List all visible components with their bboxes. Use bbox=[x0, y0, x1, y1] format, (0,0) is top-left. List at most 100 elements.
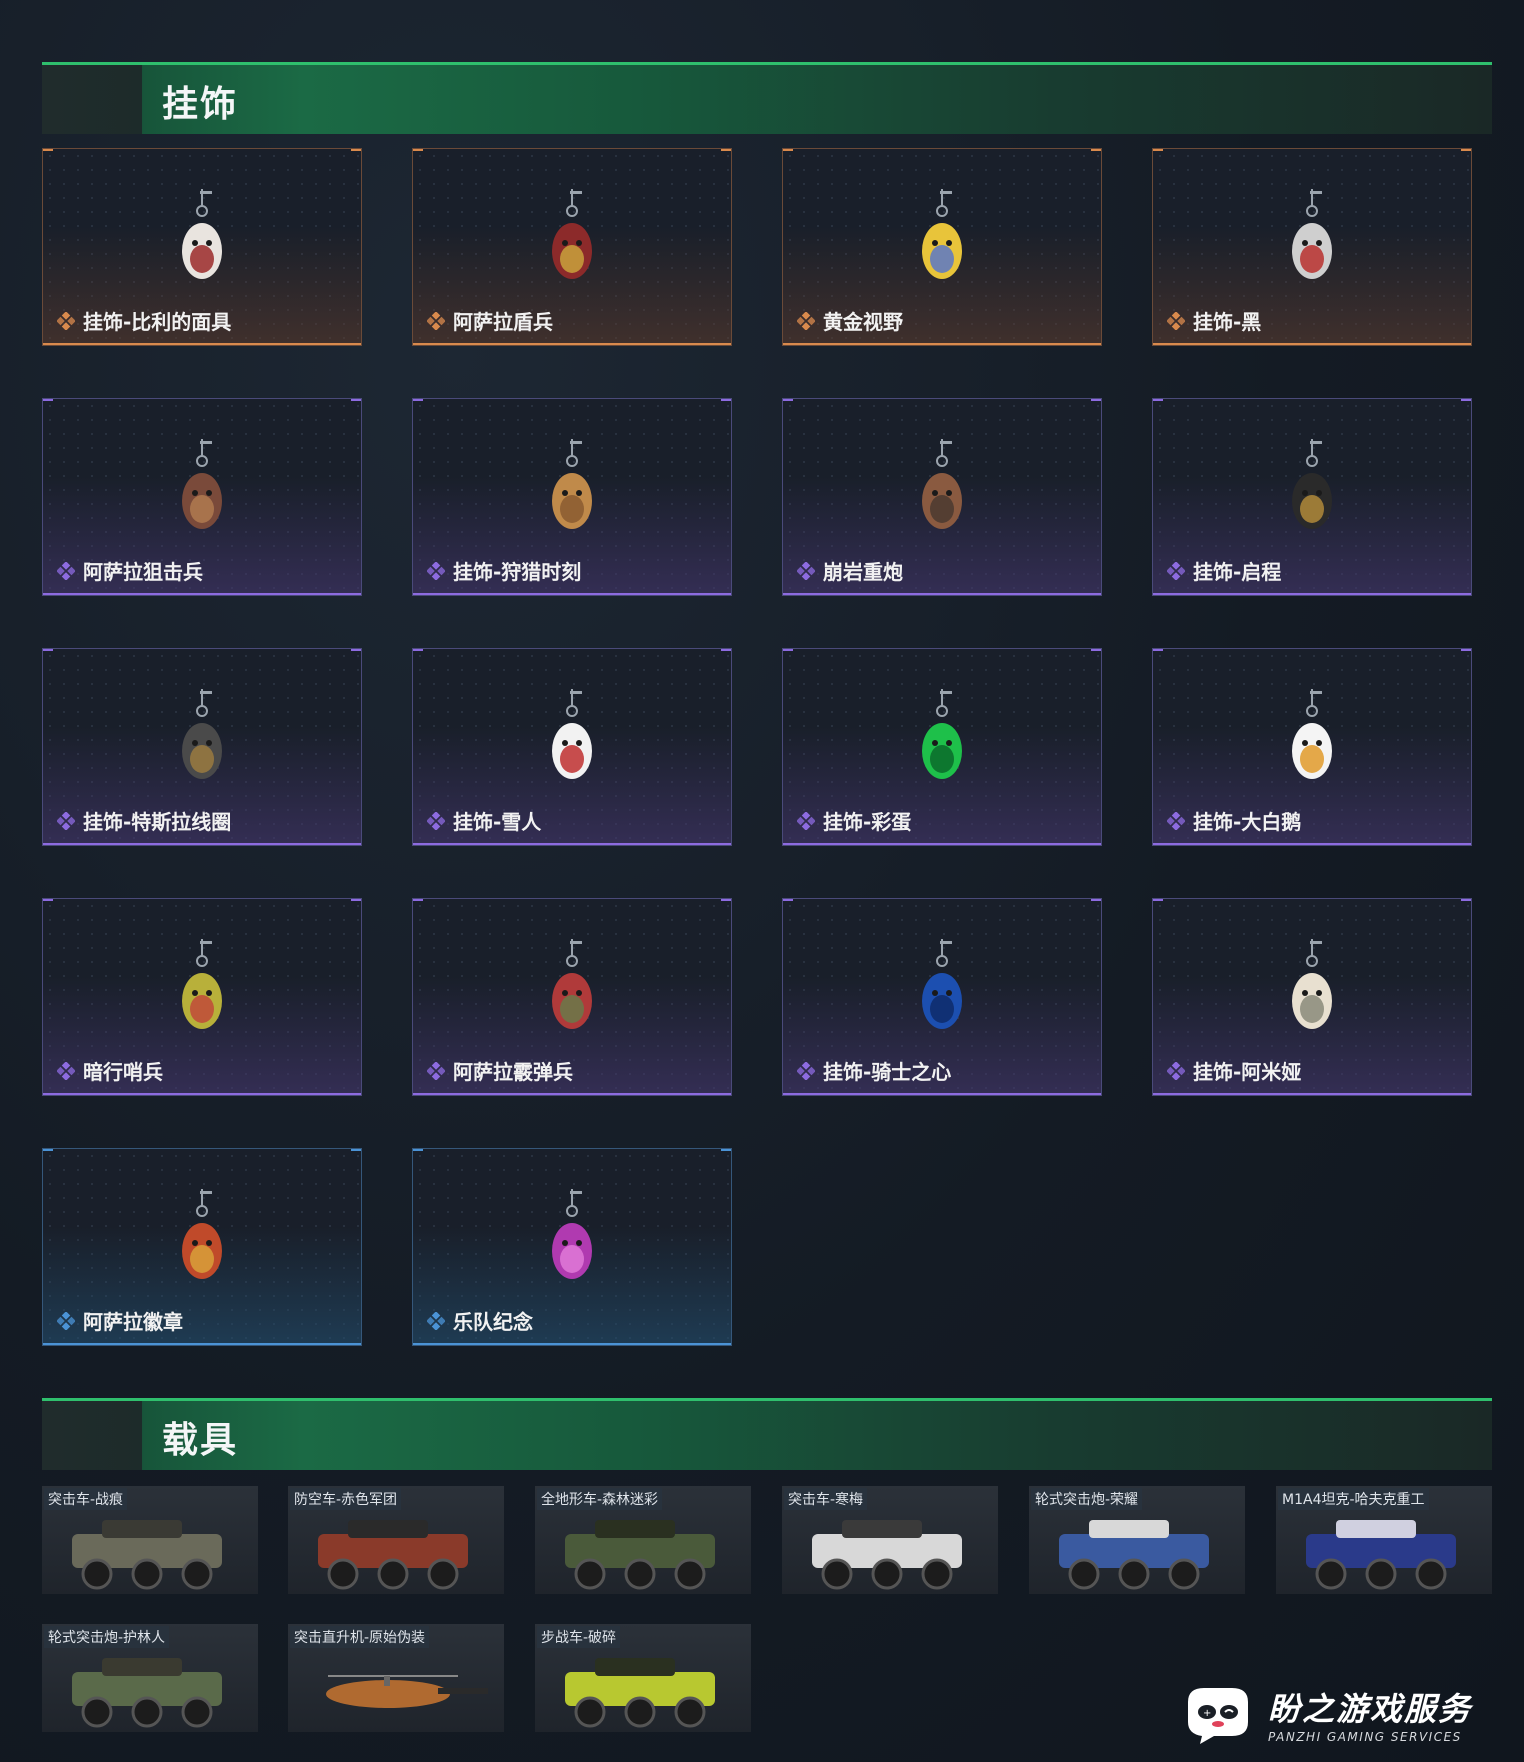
charm-label-row: 阿萨拉霰弹兵 bbox=[427, 1056, 573, 1085]
card-corner bbox=[1461, 649, 1471, 651]
charm-card[interactable]: 挂饰-阿米娅 bbox=[1152, 898, 1472, 1096]
card-corner bbox=[783, 149, 793, 151]
vehicle-icon bbox=[812, 1520, 962, 1590]
vehicle-label: 突击车-战痕 bbox=[44, 1488, 128, 1510]
rarity-diamond-icon bbox=[57, 1311, 75, 1330]
card-corner bbox=[721, 1149, 731, 1151]
card-bottom-line bbox=[1153, 1093, 1471, 1095]
card-corner bbox=[413, 899, 423, 901]
card-corner bbox=[783, 649, 793, 651]
vehicle-label: 突击直升机-原始伪装 bbox=[290, 1626, 430, 1648]
card-bottom-line bbox=[43, 593, 361, 595]
charm-label: 挂饰-大白鹅 bbox=[1193, 810, 1302, 834]
charm-label-row: 阿萨拉徽章 bbox=[57, 1306, 183, 1335]
card-corner bbox=[1091, 399, 1101, 401]
vehicle-tile[interactable]: 防空车-赤色军团 bbox=[288, 1486, 504, 1594]
card-corner bbox=[413, 649, 423, 651]
charm-card[interactable]: 暗行哨兵 bbox=[42, 898, 362, 1096]
rarity-diamond-icon bbox=[1167, 561, 1185, 580]
card-corner bbox=[413, 149, 423, 151]
charm-card[interactable]: 挂饰-彩蛋 bbox=[782, 648, 1102, 846]
charm-label: 挂饰-特斯拉线圈 bbox=[83, 810, 232, 834]
charm-card[interactable]: 阿萨拉狙击兵 bbox=[42, 398, 362, 596]
vehicle-label: 轮式突击炮-荣耀 bbox=[1031, 1488, 1143, 1510]
vehicle-tile[interactable]: 突击车-寒梅 bbox=[782, 1486, 998, 1594]
rarity-diamond-icon bbox=[427, 1061, 445, 1080]
charm-card[interactable]: 挂饰-狩猎时刻 bbox=[412, 398, 732, 596]
knight-heart-charm-icon bbox=[922, 939, 962, 1029]
tesla-coil-charm-icon bbox=[182, 689, 222, 779]
rarity-diamond-icon bbox=[797, 1061, 815, 1080]
charm-card[interactable]: 挂饰-骑士之心 bbox=[782, 898, 1102, 1096]
charm-label: 阿萨拉盾兵 bbox=[453, 310, 553, 334]
vehicle-icon bbox=[318, 1520, 468, 1590]
panzhi-watermark: + 盼之游戏服务 PANZHI GAMING SERVICES bbox=[1180, 1682, 1472, 1746]
charm-label-row: 挂饰-骑士之心 bbox=[797, 1056, 951, 1085]
card-bottom-line bbox=[43, 343, 361, 345]
card-bottom-line bbox=[783, 1093, 1101, 1095]
vehicle-icon bbox=[1059, 1520, 1209, 1590]
band-badge-charm-icon bbox=[552, 1189, 592, 1279]
charm-label-row: 挂饰-雪人 bbox=[427, 806, 541, 835]
vehicle-tile[interactable]: 轮式突击炮-护林人 bbox=[42, 1624, 258, 1732]
card-corner bbox=[351, 1149, 361, 1151]
card-corner bbox=[721, 399, 731, 401]
charm-card[interactable]: 挂饰-雪人 bbox=[412, 648, 732, 846]
charm-card[interactable]: 乐队纪念 bbox=[412, 1148, 732, 1346]
charms-section-header: 挂饰 bbox=[42, 62, 1492, 134]
charm-card[interactable]: 挂饰-启程 bbox=[1152, 398, 1472, 596]
vehicle-label: 轮式突击炮-护林人 bbox=[44, 1626, 170, 1648]
charm-card[interactable]: 挂饰-特斯拉线圈 bbox=[42, 648, 362, 846]
card-bottom-line bbox=[783, 343, 1101, 345]
charm-card[interactable]: 阿萨拉徽章 bbox=[42, 1148, 362, 1346]
easter-egg-charm-icon bbox=[922, 689, 962, 779]
vehicle-icon bbox=[326, 1675, 488, 1708]
card-corner bbox=[1091, 899, 1101, 901]
card-bottom-line bbox=[1153, 593, 1471, 595]
card-bottom-line bbox=[43, 1093, 361, 1095]
vehicle-label: 步战车-破碎 bbox=[537, 1626, 621, 1648]
card-corner bbox=[43, 149, 53, 151]
goose-charm-icon bbox=[1292, 689, 1332, 779]
card-corner bbox=[351, 399, 361, 401]
rarity-diamond-icon bbox=[797, 811, 815, 830]
charm-label: 挂饰-启程 bbox=[1193, 560, 1282, 584]
charm-label: 挂饰-阿米娅 bbox=[1193, 1060, 1302, 1084]
charm-label: 暗行哨兵 bbox=[83, 1060, 163, 1084]
vehicle-tile[interactable]: 步战车-破碎 bbox=[535, 1624, 751, 1732]
card-corner bbox=[413, 399, 423, 401]
card-corner bbox=[1153, 899, 1163, 901]
charm-label-row: 黄金视野 bbox=[797, 306, 903, 335]
card-corner bbox=[721, 899, 731, 901]
vehicle-tile[interactable]: M1A4坦克-哈夫克重工 bbox=[1276, 1486, 1492, 1594]
vehicle-tile[interactable]: 突击车-战痕 bbox=[42, 1486, 258, 1594]
charm-label: 黄金视野 bbox=[823, 310, 903, 334]
charm-card[interactable]: 黄金视野 bbox=[782, 148, 1102, 346]
sentinel-charm-icon bbox=[182, 939, 222, 1029]
charm-label-row: 挂饰-特斯拉线圈 bbox=[57, 806, 231, 835]
vehicle-tile[interactable]: 突击直升机-原始伪装 bbox=[288, 1624, 504, 1732]
vehicle-tile[interactable]: 全地形车-森林迷彩 bbox=[535, 1486, 751, 1594]
card-corner bbox=[1153, 149, 1163, 151]
charm-label: 阿萨拉徽章 bbox=[83, 1310, 183, 1334]
charm-card[interactable]: 阿萨拉盾兵 bbox=[412, 148, 732, 346]
charm-label-row: 暗行哨兵 bbox=[57, 1056, 163, 1085]
vehicle-label: 防空车-赤色军团 bbox=[290, 1488, 402, 1510]
card-corner bbox=[721, 649, 731, 651]
header-stub bbox=[42, 65, 142, 134]
charm-card[interactable]: 崩岩重炮 bbox=[782, 398, 1102, 596]
card-corner bbox=[1153, 649, 1163, 651]
charm-card[interactable]: 挂饰-比利的面具 bbox=[42, 148, 362, 346]
charm-card[interactable]: 挂饰-大白鹅 bbox=[1152, 648, 1472, 846]
black-card-charm-icon bbox=[1292, 189, 1332, 279]
vehicle-tile[interactable]: 轮式突击炮-荣耀 bbox=[1029, 1486, 1245, 1594]
charm-card[interactable]: 阿萨拉霰弹兵 bbox=[412, 898, 732, 1096]
charm-label: 挂饰-黑 bbox=[1193, 310, 1262, 334]
charm-card[interactable]: 挂饰-黑 bbox=[1152, 148, 1472, 346]
card-corner bbox=[783, 399, 793, 401]
vehicle-icon bbox=[72, 1520, 222, 1590]
card-corner bbox=[1461, 399, 1471, 401]
charm-label: 乐队纪念 bbox=[453, 1310, 533, 1334]
vehicle-icon bbox=[565, 1520, 715, 1590]
rarity-diamond-icon bbox=[427, 1311, 445, 1330]
